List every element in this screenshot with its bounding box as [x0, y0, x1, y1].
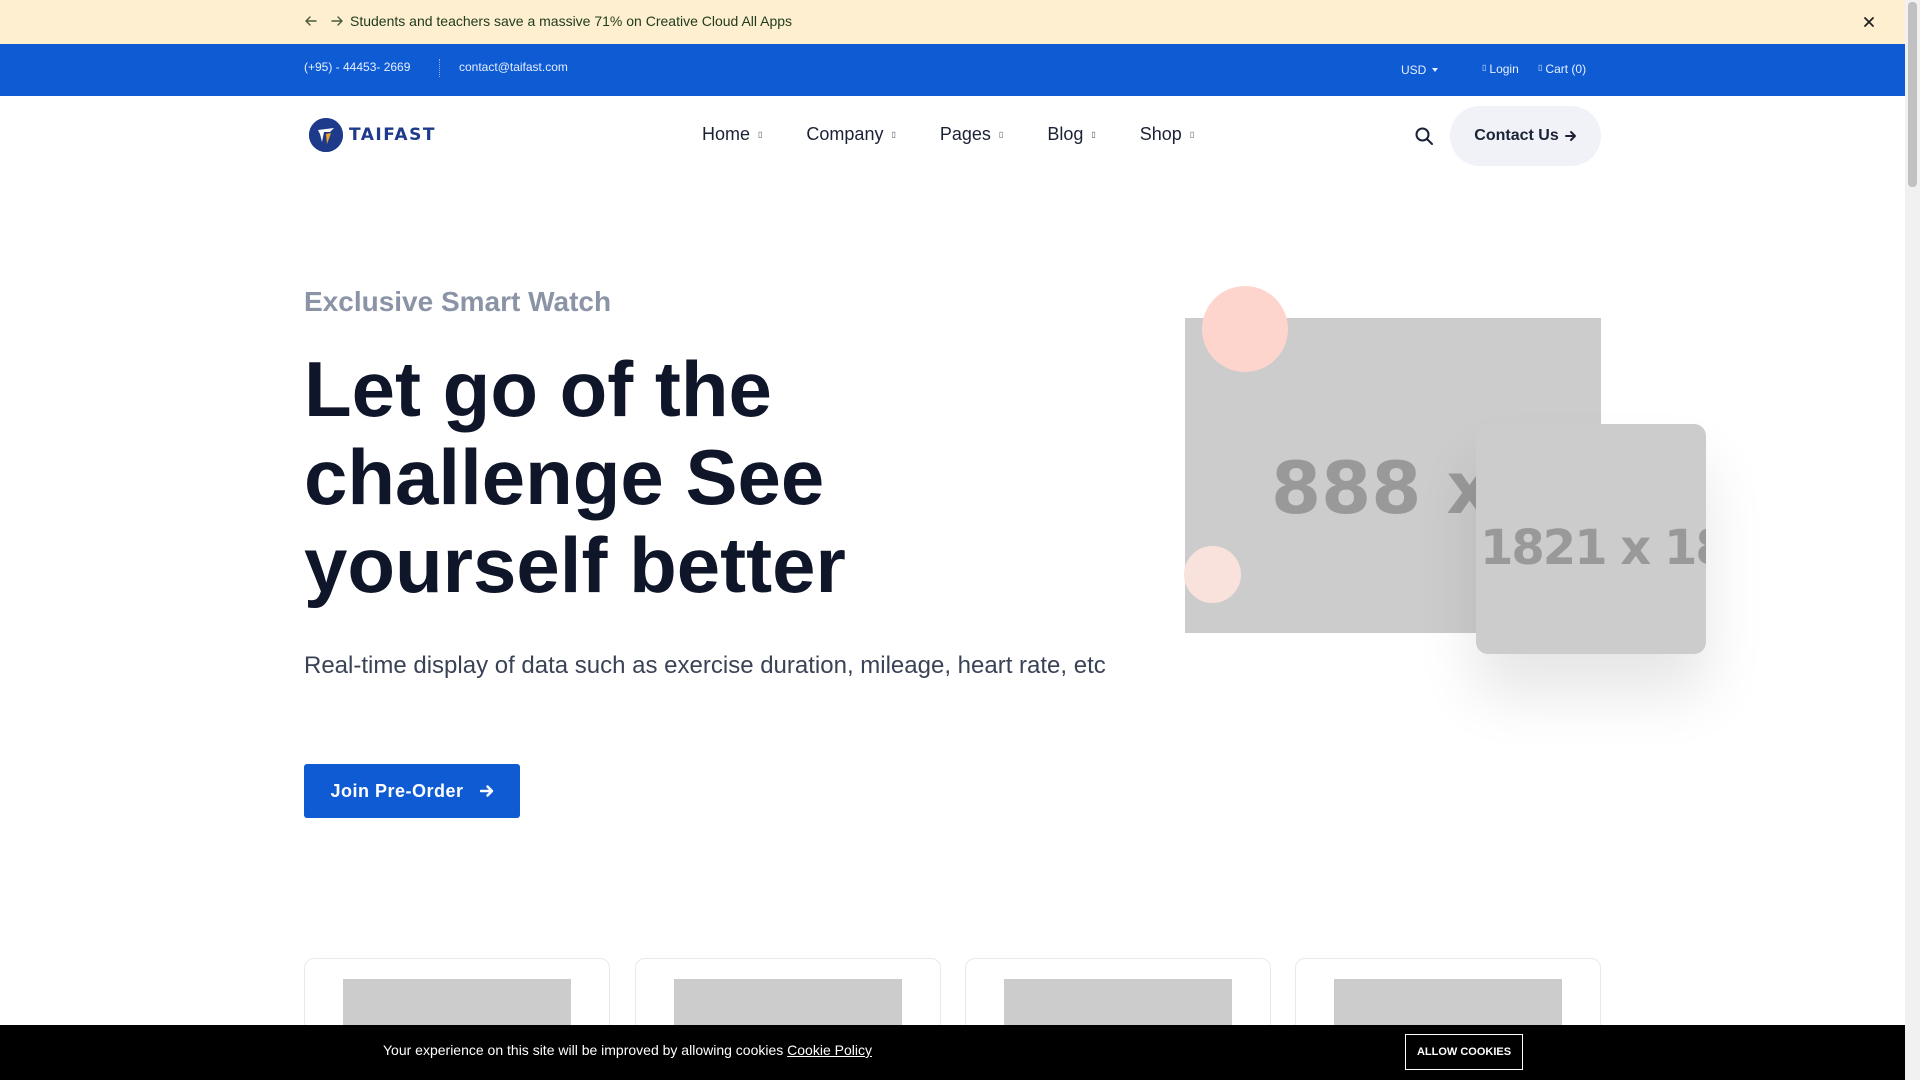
logo-text: TAIFAST [349, 125, 436, 145]
login-link[interactable]: ▯ Login [1482, 62, 1519, 76]
hero-eyebrow: Exclusive Smart Watch [304, 286, 612, 317]
cookie-text: Your experience on this site will be imp… [383, 1042, 784, 1058]
nav-label: Blog [1047, 124, 1084, 144]
join-preorder-button[interactable]: Join Pre-Order [304, 764, 520, 818]
decorative-circle [1184, 546, 1241, 603]
arrow-right-icon[interactable] [329, 13, 345, 29]
arrow-left-icon[interactable] [303, 13, 319, 29]
cart-link[interactable]: ▯ Cart (0) [1538, 62, 1586, 76]
cookie-banner: Your experience on this site will be imp… [0, 1025, 1905, 1080]
allow-cookies-button[interactable]: ALLOW COOKIES [1405, 1034, 1523, 1070]
close-icon[interactable] [1861, 14, 1877, 30]
arrow-right-icon [479, 785, 493, 797]
chevron-down-icon: ▯ [998, 130, 1004, 139]
chevron-down-icon [1432, 68, 1439, 72]
nav-item-company[interactable]: Company ▯ [806, 124, 895, 145]
announcement-arrows [303, 13, 345, 29]
email-address[interactable]: contact@taifast.com [459, 60, 568, 74]
cookie-policy-link[interactable]: Cookie Policy [787, 1042, 872, 1058]
main-header: TAIFAST Home ▯ Company ▯ Pages ▯ Blog ▯ … [0, 96, 1905, 176]
contact-us-button[interactable]: Contact Us [1450, 106, 1601, 166]
search-icon[interactable] [1414, 126, 1434, 146]
arrow-right-icon [1564, 131, 1576, 141]
nav-item-shop[interactable]: Shop ▯ [1140, 124, 1194, 145]
nav-item-home[interactable]: Home ▯ [702, 124, 762, 145]
chevron-down-icon: ▯ [1189, 130, 1195, 139]
hero-subtitle: Real-time display of data such as exerci… [304, 652, 1106, 679]
phone-number[interactable]: (+95) - 44453- 2669 [304, 60, 410, 74]
chevron-down-icon: ▯ [891, 130, 896, 139]
nav-label: Company [806, 124, 884, 144]
page-scrollbar[interactable] [1905, 0, 1920, 1080]
logo-icon [309, 118, 343, 152]
currency-selector[interactable]: USD [1401, 63, 1439, 77]
announcement-message[interactable]: Students and teachers save a massive 71%… [350, 13, 792, 29]
decorative-circle [1202, 286, 1288, 372]
nav-item-pages[interactable]: Pages ▯ [940, 124, 1003, 145]
cart-label: Cart (0) [1545, 62, 1587, 76]
hero-card-image-placeholder: 1821 x 1821 [1476, 424, 1706, 654]
currency-label: USD [1401, 63, 1427, 77]
announcement-bar: Students and teachers save a massive 71%… [0, 0, 1905, 44]
login-label: Login [1489, 62, 1519, 76]
placeholder-dimensions: 1821 x 1821 [1480, 520, 1706, 576]
cart-icon: ▯ [1538, 63, 1543, 72]
chevron-down-icon: ▯ [758, 130, 763, 139]
site-logo[interactable]: TAIFAST [309, 118, 436, 152]
user-icon: ▯ [1482, 63, 1487, 72]
top-contact-bar: (+95) - 44453- 2669 contact@taifast.com … [0, 44, 1905, 96]
scrollbar-thumb[interactable] [1908, 2, 1917, 187]
nav-label: Home [702, 124, 751, 144]
divider [439, 59, 440, 77]
cookie-message: Your experience on this site will be imp… [383, 1042, 872, 1058]
nav-item-blog[interactable]: Blog ▯ [1047, 124, 1095, 145]
contact-us-label: Contact Us [1474, 127, 1559, 144]
preorder-label: Join Pre-Order [330, 780, 464, 801]
hero-headline: Let go of the challenge See yourself bet… [304, 345, 846, 609]
chevron-down-icon: ▯ [1091, 130, 1096, 139]
nav-label: Shop [1139, 124, 1182, 144]
main-nav: Home ▯ Company ▯ Pages ▯ Blog ▯ Shop ▯ [702, 124, 1238, 145]
page: Students and teachers save a massive 71%… [0, 0, 1905, 1080]
nav-label: Pages [939, 124, 991, 144]
